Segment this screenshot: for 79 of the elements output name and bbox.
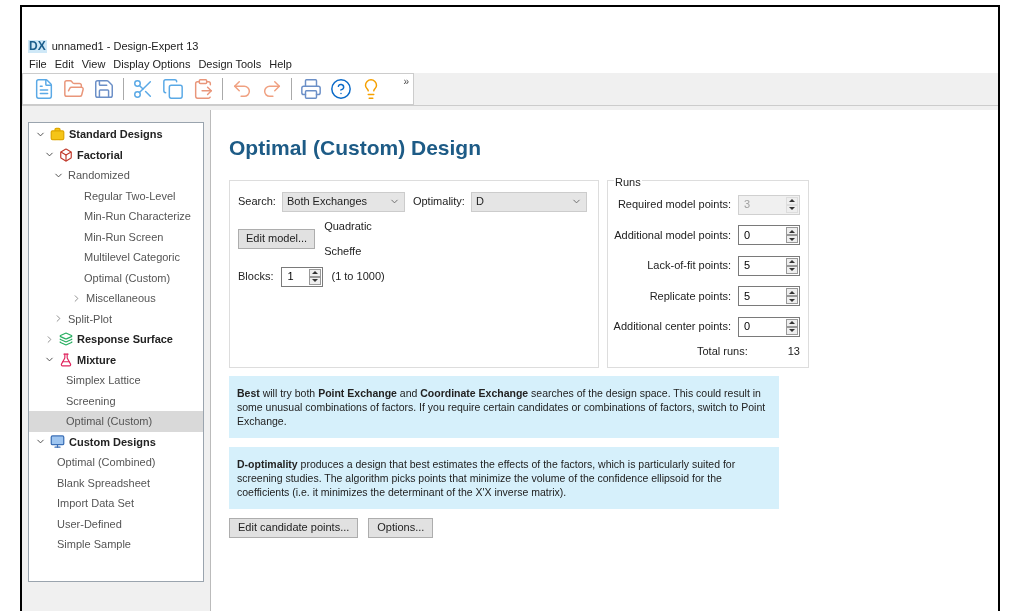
field-label: Lack-of-fit points: [647, 258, 731, 274]
tree-item[interactable]: Split-Plot [29, 308, 203, 329]
tree-item[interactable]: Optimal (Custom) [29, 411, 203, 432]
spin-down-icon[interactable] [786, 296, 798, 304]
tree-item[interactable]: Regular Two-Level [29, 185, 203, 206]
action-button[interactable]: Options... [368, 517, 434, 538]
tree-item[interactable]: Simplex Lattice [29, 370, 203, 391]
copy-icon[interactable] [162, 78, 184, 100]
save-icon[interactable] [93, 78, 115, 100]
spin-down-icon[interactable] [786, 265, 798, 274]
spin-up-icon[interactable] [786, 257, 798, 266]
folder-icon[interactable] [63, 78, 85, 100]
tree-item[interactable]: Custom Designs [29, 431, 203, 452]
blocks-label: Blocks: [238, 269, 274, 285]
page-title: Optimal (Custom) Design [229, 135, 482, 161]
blocks-field[interactable]: 1 [281, 266, 324, 287]
tree-item[interactable]: Standard Designs [29, 124, 203, 145]
optimality-label: Optimality: [412, 194, 465, 210]
action-button[interactable]: Edit candidate points... [229, 517, 359, 538]
paste-icon[interactable] [192, 78, 214, 100]
search-dropdown[interactable]: Both Exchanges [281, 191, 405, 212]
monitor-icon [50, 434, 65, 450]
number-field[interactable]: 5 [738, 255, 800, 276]
tree-item[interactable]: Blank Spreadsheet [29, 472, 203, 493]
field-label: Required model points: [617, 197, 731, 213]
tree-item[interactable]: Simple Sample [29, 534, 203, 555]
app-logo: DX [28, 39, 47, 53]
number-field[interactable]: 0 [738, 225, 800, 245]
tree-item[interactable]: Factorial [29, 144, 203, 165]
tree-item[interactable]: Min-Run Characterize [29, 206, 203, 227]
tree-item[interactable]: Miscellaneous [29, 288, 203, 309]
menu-item[interactable]: File [26, 55, 50, 73]
scissors-icon[interactable] [132, 78, 154, 100]
redo-icon[interactable] [261, 78, 283, 100]
menu-item[interactable]: Edit [51, 55, 77, 73]
tree-item[interactable]: Optimal (Combined) [29, 452, 203, 473]
menu-item[interactable]: View [78, 55, 109, 73]
info-note: D-optimality produces a design that best estimates the effects of the factors, which is particularly suited for screening studies. The algorithm picks points that minimize the volume of the confidence ellipsoid for the coefficients (i.e. it minimizes the determinant of the X'X inverse matrix). [229, 446, 779, 509]
surface-icon [59, 332, 73, 347]
info-note: Best will try both Point Exchange and Coordinate Exchange searches of the design space. This could result in some unusual combinations of factors. If you require certain candidates or combinations of factors, switch to Point Exchange. [229, 375, 779, 438]
spin-down-icon[interactable] [309, 276, 322, 285]
field-label: Replicate points: [649, 288, 731, 304]
blocks-range: (1 to 1000) [331, 269, 385, 285]
tree-item[interactable]: Min-Run Screen [29, 226, 203, 247]
tree-item[interactable]: Response Surface [29, 329, 203, 350]
printer-icon[interactable] [300, 78, 322, 100]
flask-icon [59, 352, 73, 367]
model-text: Quadratic [324, 218, 372, 234]
toolbox-icon [50, 126, 65, 142]
undo-icon[interactable] [231, 78, 253, 100]
tree-item[interactable]: User-Defined [29, 513, 203, 534]
optimality-dropdown[interactable]: D [470, 191, 587, 212]
search-label: Search: [238, 194, 276, 210]
model-text: Scheffe [324, 244, 363, 259]
spin-up-icon[interactable] [309, 268, 322, 277]
window-title: unnamed1 - Design-Expert 13 [51, 38, 199, 54]
help-icon[interactable] [330, 78, 352, 100]
document-icon[interactable] [33, 78, 55, 100]
menu-item[interactable]: Display Options [110, 55, 194, 73]
total-label: Total runs: [697, 344, 748, 359]
tree-item[interactable]: Randomized [29, 165, 203, 186]
toolbar-overflow[interactable]: » [403, 74, 409, 89]
tree-item[interactable]: Import Data Set [29, 493, 203, 514]
spin-up-icon[interactable] [786, 318, 798, 327]
tree-item[interactable]: Screening [29, 390, 203, 411]
spin-down-icon[interactable] [786, 326, 798, 335]
tree-item[interactable]: Optimal (Custom) [29, 267, 203, 288]
cube-icon [59, 147, 73, 162]
menu-item[interactable]: Help [266, 55, 295, 73]
tree-item[interactable]: Multilevel Categoric [29, 247, 203, 268]
menu-item[interactable]: Design Tools [195, 55, 265, 73]
field-label: Additional center points: [613, 319, 731, 335]
spin-down-icon[interactable] [786, 235, 798, 243]
tree-item[interactable]: Mixture [29, 349, 203, 370]
total-value: 13 [787, 344, 800, 359]
number-field[interactable]: 0 [738, 316, 800, 337]
edit-model-button[interactable]: Edit model... [238, 228, 316, 249]
field-label: Additional model points: [614, 227, 731, 243]
number-field[interactable]: 5 [738, 286, 800, 306]
